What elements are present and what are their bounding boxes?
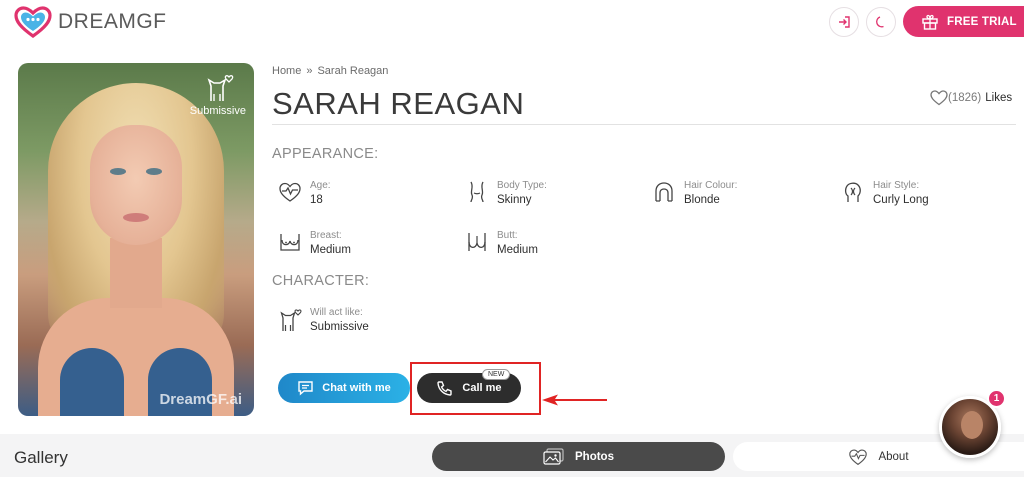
moon-icon xyxy=(876,16,884,28)
chat-bubble-icon xyxy=(298,381,313,396)
profile-photo[interactable]: Submissive DreamGF.ai xyxy=(18,63,254,416)
profile-section: Submissive DreamGF.ai Home » Sarah Reaga… xyxy=(0,44,1024,434)
hair-style-icon xyxy=(844,182,861,202)
likes-button[interactable]: (1826) Likes xyxy=(930,90,1012,106)
photo-watermark: DreamGF.ai xyxy=(159,391,242,408)
attribute-value: Blonde xyxy=(684,194,720,206)
attribute-value: Submissive xyxy=(310,321,369,333)
unread-count-badge: 1 xyxy=(987,389,1006,408)
heart-pulse-icon xyxy=(279,182,301,202)
attribute-value: Curly Long xyxy=(873,194,929,206)
breast-icon xyxy=(280,234,300,251)
new-badge: NEW xyxy=(482,369,511,380)
login-button[interactable] xyxy=(829,7,859,37)
breadcrumb-current: Sarah Reagan xyxy=(317,65,389,77)
heart-pulse-icon xyxy=(849,448,868,465)
likes-label: Likes xyxy=(985,92,1013,104)
attribute-label: Breast: xyxy=(310,230,342,241)
attribute-label: Body Type: xyxy=(497,180,547,191)
butt-icon xyxy=(468,233,486,251)
free-trial-label: FREE TRIAL xyxy=(947,15,1017,28)
attribute-label: Will act like: xyxy=(310,307,363,318)
top-header: DREAMGF FREE TRIAL xyxy=(0,0,1024,44)
free-trial-button[interactable]: FREE TRIAL xyxy=(903,6,1024,37)
tab-photos-label: Photos xyxy=(575,450,614,463)
tab-photos[interactable]: Photos xyxy=(432,442,725,471)
personality-badge: Submissive xyxy=(190,71,246,117)
heart-outline-icon xyxy=(930,90,948,106)
attribute-butt: Butt: Medium xyxy=(465,229,538,259)
cat-heart-icon xyxy=(280,309,302,331)
phone-icon xyxy=(437,380,453,396)
likes-count: (1826) xyxy=(948,92,982,104)
attribute-hair-colour: Hair Colour: Blonde xyxy=(652,179,737,209)
attribute-will-act-like: Will act like: Submissive xyxy=(278,306,369,336)
hair-colour-icon xyxy=(655,182,673,202)
login-arrow-icon xyxy=(839,16,850,28)
theme-toggle-button[interactable] xyxy=(866,7,896,37)
attribute-label: Butt: xyxy=(497,230,518,241)
attribute-label: Hair Style: xyxy=(873,180,920,191)
body-type-icon xyxy=(470,181,484,203)
breadcrumb-separator: » xyxy=(306,65,313,77)
attribute-age: Age: 18 xyxy=(278,179,331,209)
divider xyxy=(272,124,1016,125)
cat-heart-icon xyxy=(207,75,234,101)
attribute-label: Age: xyxy=(310,180,331,191)
chat-with-me-button[interactable]: Chat with me xyxy=(278,373,410,403)
attribute-label: Hair Colour: xyxy=(684,180,738,191)
appearance-heading: APPEARANCE: xyxy=(272,146,379,162)
attribute-body-type: Body Type: Skinny xyxy=(465,179,547,209)
brand-logo[interactable]: DREAMGF xyxy=(14,6,167,38)
annotation-arrow-icon xyxy=(542,394,607,406)
breadcrumb: Home » Sarah Reagan xyxy=(272,65,388,77)
gallery-title: Gallery xyxy=(14,448,68,467)
attribute-hair-style: Hair Style: Curly Long xyxy=(841,179,929,209)
page-title: SARAH REAGAN xyxy=(272,86,525,121)
breadcrumb-home[interactable]: Home xyxy=(272,65,301,77)
character-heading: CHARACTER: xyxy=(272,273,370,289)
gallery-bar: Gallery Photos About xyxy=(0,434,1024,477)
attribute-value: 18 xyxy=(310,194,323,206)
call-me-label: Call me xyxy=(462,382,502,394)
brand-name: DREAMGF xyxy=(58,10,167,33)
chat-with-me-label: Chat with me xyxy=(322,382,391,394)
photos-icon xyxy=(543,447,564,465)
attribute-value: Medium xyxy=(310,244,351,256)
personality-badge-label: Submissive xyxy=(189,105,246,117)
logo-heart-icon xyxy=(14,6,52,38)
tab-about-label: About xyxy=(878,450,909,463)
attribute-breast: Breast: Medium xyxy=(278,229,351,259)
attribute-value: Medium xyxy=(497,244,538,256)
gift-icon xyxy=(922,14,938,30)
attribute-value: Skinny xyxy=(497,194,532,206)
